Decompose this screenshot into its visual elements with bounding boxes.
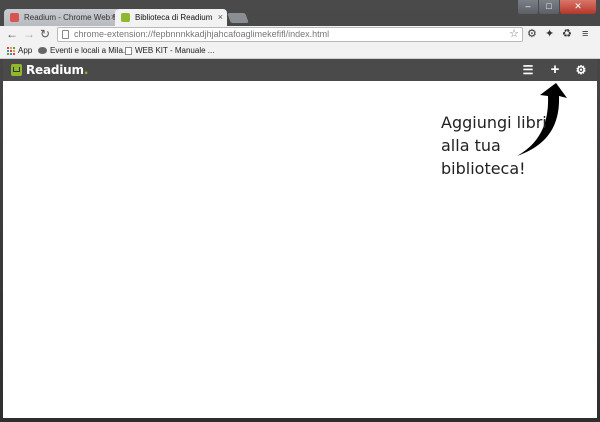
add-books-hint: Aggiungi libri alla tua biblioteca!: [441, 113, 547, 178]
hint-arrow-icon: [517, 83, 567, 156]
tab-close-icon[interactable]: ×: [218, 9, 223, 26]
tab-label: Biblioteca di Readium: [135, 13, 213, 22]
readium-favicon-icon: [121, 13, 130, 22]
tab-biblioteca[interactable]: Biblioteca di Readium ×: [115, 9, 227, 26]
browser-window: Readium - Chrome Web S × Biblioteca di R…: [0, 0, 600, 422]
